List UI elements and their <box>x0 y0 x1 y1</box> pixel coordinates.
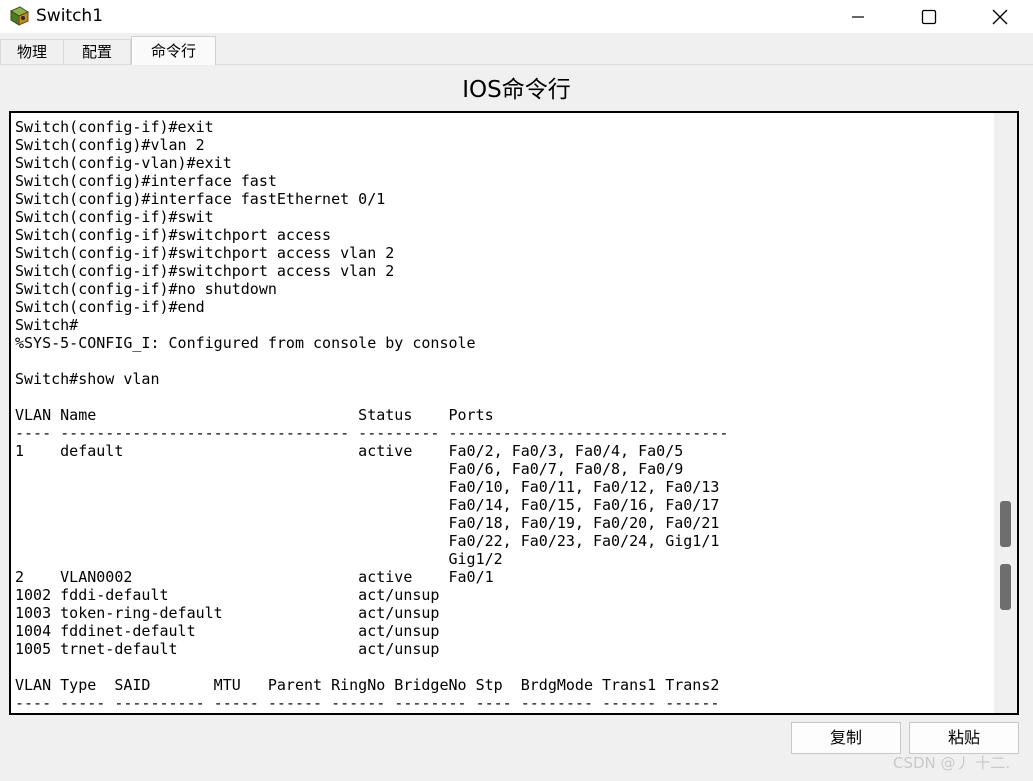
console-line: Switch#show vlan <box>15 370 160 388</box>
console-line: Fa0/6, Fa0/7, Fa0/8, Fa0/9 <box>15 460 684 478</box>
maximize-button[interactable] <box>894 0 964 33</box>
tab-bar: 物理 配置 命令行 <box>0 33 1033 65</box>
close-icon <box>992 9 1008 24</box>
tab-cli[interactable]: 命令行 <box>131 36 216 65</box>
console-line: ---- -------------------------------- --… <box>15 424 729 442</box>
console-line: Switch(config-if)#end <box>15 298 205 316</box>
console-line: Fa0/14, Fa0/15, Fa0/16, Fa0/17 <box>15 496 720 514</box>
scrollbar-thumb-secondary[interactable] <box>1000 564 1011 610</box>
console-line: Switch(config)#interface fastEthernet 0/… <box>15 190 386 208</box>
console-line: Fa0/18, Fa0/19, Fa0/20, Fa0/21 <box>15 514 720 532</box>
console-line: 1002 fddi-default act/unsup <box>15 586 440 604</box>
console-line: 1003 token-ring-default act/unsup <box>15 604 440 622</box>
packet-tracer-switch-icon <box>9 6 30 26</box>
console-line: 1 default active Fa0/2, Fa0/3, Fa0/4, Fa… <box>15 442 684 460</box>
copy-button[interactable]: 复制 <box>791 722 901 754</box>
paste-button[interactable]: 粘贴 <box>909 722 1019 754</box>
console-line: Switch(config-if)#switchport access vlan… <box>15 262 395 280</box>
minimize-icon <box>852 15 864 18</box>
console-line: Switch(config-if)#no shutdown <box>15 280 277 298</box>
console-line: Switch# <box>15 316 79 334</box>
maximize-icon <box>921 9 937 24</box>
console-line: ---- ----- ---------- ----- ------ -----… <box>15 694 720 712</box>
console-line: Switch(config)#interface fast <box>15 172 277 190</box>
console-line: %SYS-5-CONFIG_I: Configured from console… <box>15 334 476 352</box>
console-line: 2 VLAN0002 active Fa0/1 <box>15 568 494 586</box>
console-line: VLAN Type SAID MTU Parent RingNo BridgeN… <box>15 676 720 694</box>
page-title: IOS命令行 <box>462 77 571 103</box>
close-button[interactable] <box>965 0 1033 33</box>
watermark: CSDN @丿 十二. <box>893 754 1011 772</box>
console-line: Switch(config-if)#switchport access <box>15 226 332 244</box>
tab-config[interactable]: 配置 <box>63 39 131 64</box>
console-line: Switch(config)#vlan 2 <box>15 136 205 154</box>
console-line: Gig1/2 <box>15 550 503 568</box>
console-line: 1005 trnet-default act/unsup <box>15 640 440 658</box>
console-scrollbar[interactable] <box>994 113 1017 713</box>
console-line: Switch(config-vlan)#exit <box>15 154 232 172</box>
console-line: Fa0/22, Fa0/23, Fa0/24, Gig1/1 <box>15 532 720 550</box>
console-line: 1004 fddinet-default act/unsup <box>15 622 440 640</box>
tab-physical[interactable]: 物理 <box>0 39 64 64</box>
console-line: VLAN Name Status Ports <box>15 406 494 424</box>
scrollbar-thumb[interactable] <box>1000 501 1011 547</box>
console-line: Switch(config-if)#switchport access vlan… <box>15 244 395 262</box>
minimize-button[interactable] <box>823 0 893 33</box>
switch-cli-window: Switch1 物理 配置 命令行 IOS命令行 Switch(config-i… <box>0 0 1033 781</box>
window-title: Switch1 <box>36 6 104 26</box>
console-terminal[interactable]: Switch(config-if)#exit Switch(config)#vl… <box>9 111 1019 715</box>
title-bar[interactable]: Switch1 <box>0 0 1033 33</box>
console-output[interactable]: Switch(config-if)#exit Switch(config)#vl… <box>15 118 728 712</box>
console-line: Fa0/10, Fa0/11, Fa0/12, Fa0/13 <box>15 478 720 496</box>
console-line: Switch(config-if)#exit <box>15 118 214 136</box>
console-line: Switch(config-if)#swit <box>15 208 214 226</box>
